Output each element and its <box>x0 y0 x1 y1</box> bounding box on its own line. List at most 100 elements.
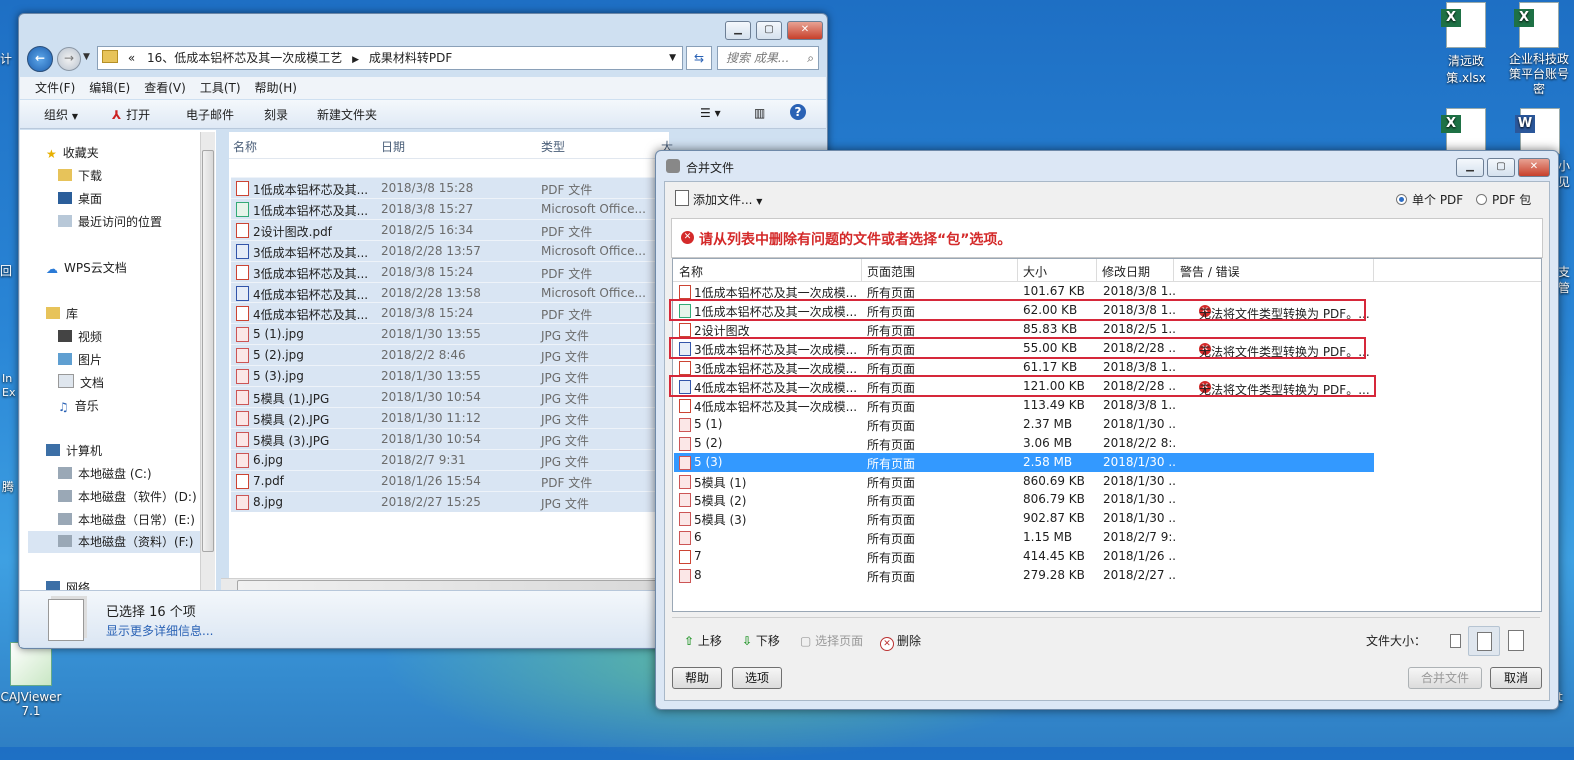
page-range[interactable]: 所有页面 <box>867 417 915 434</box>
forward-button[interactable]: → <box>57 47 81 71</box>
small-size-icon[interactable] <box>1450 634 1461 648</box>
file-row[interactable]: 1低成本铝杯芯及其... 2018/3/8 15:27 Microsoft Offi… <box>231 197 671 219</box>
preview-pane-icon[interactable]: ▥ <box>754 106 765 120</box>
column-date[interactable]: 日期 <box>381 138 405 155</box>
column-warnings[interactable]: 警告 / 错误 <box>1180 263 1240 280</box>
page-range[interactable]: 所有页面 <box>867 530 915 547</box>
file-row[interactable]: 4低成本铝杯芯及其... 2018/2/28 13:58 Microsoft Off… <box>231 281 671 303</box>
breadcrumb-overflow[interactable]: « <box>128 51 135 65</box>
breadcrumb-current[interactable]: 成果材料转PDF <box>369 51 452 65</box>
add-files-button[interactable]: 添加文件... ▼ <box>675 190 762 208</box>
nav-drive-c[interactable]: 本地磁盘 (C:) <box>58 465 152 482</box>
merge-row[interactable]: 5模具 (2) 所有页面 806.79 KB 2018/1/30 ... <box>674 490 1374 509</box>
nav-recent[interactable]: 最近访问的位置 <box>58 213 162 230</box>
chevron-right-icon[interactable]: ▶ <box>352 55 359 65</box>
file-row[interactable]: 4低成本铝杯芯及其... 2018/3/8 15:24 PDF 文件 <box>231 302 671 324</box>
new-folder-button[interactable]: 新建文件夹 <box>317 106 377 123</box>
options-button[interactable]: 选项 <box>732 667 782 689</box>
nav-music[interactable]: ♫ 音乐 <box>58 397 99 414</box>
address-bar[interactable]: « 16、低成本铝杯芯及其一次成模工艺 ▶ 成果材料转PDF ▼ <box>97 46 683 70</box>
merge-row[interactable]: 5模具 (1) 所有页面 860.69 KB 2018/1/30 ... <box>674 472 1374 491</box>
radio-unselected[interactable] <box>1476 194 1487 205</box>
file-row[interactable]: 8.jpg 2018/2/27 15:25 JPG 文件 <box>231 490 671 512</box>
column-name[interactable]: 名称 <box>679 263 703 280</box>
nav-libraries[interactable]: 库 <box>46 305 78 322</box>
maximize-button[interactable]: ▢ <box>1487 158 1515 177</box>
desktop-icon-xlsx[interactable]: X 企业科技政策平台账号密 <box>1504 2 1574 97</box>
option-single-pdf[interactable]: 单个 PDF <box>1396 191 1463 208</box>
file-row[interactable]: 3低成本铝杯芯及其... 2018/3/8 15:24 PDF 文件 <box>231 260 671 282</box>
maximize-button[interactable]: ▢ <box>756 21 782 40</box>
column-name[interactable]: 名称 <box>233 138 257 155</box>
radio-selected[interactable] <box>1396 194 1407 205</box>
merge-row[interactable]: 5 (2) 所有页面 3.06 MB 2018/2/2 8:... <box>674 434 1374 453</box>
column-page-range[interactable]: 页面范围 <box>867 263 915 280</box>
delete-button[interactable]: ✕ 删除 <box>880 632 921 651</box>
merge-row[interactable]: 7 所有页面 414.45 KB 2018/1/26 ... <box>674 547 1374 566</box>
help-icon[interactable]: ? <box>790 104 806 120</box>
view-options-icon[interactable]: ☰ ▾ <box>700 106 721 120</box>
search-input[interactable]: 搜索 成果... ⌕ <box>717 46 819 70</box>
nav-documents[interactable]: 文档 <box>58 374 104 391</box>
file-row[interactable]: 5 (1).jpg 2018/1/30 13:55 JPG 文件 <box>231 323 671 345</box>
file-row[interactable]: 5模具 (2).JPG 2018/1/30 11:12 JPG 文件 <box>231 406 671 428</box>
nav-scrollbar-thumb[interactable] <box>202 150 214 552</box>
column-modified-date[interactable]: 修改日期 <box>1102 263 1150 280</box>
minimize-button[interactable]: ▁ <box>1456 158 1484 177</box>
close-button[interactable]: ✕ <box>787 21 823 40</box>
merge-row[interactable]: 4低成本铝杯芯及其一次成模... 所有页面 113.49 KB 2018/3/8 1.… <box>674 396 1374 415</box>
column-separator[interactable] <box>1017 259 1018 281</box>
file-row[interactable]: 5 (2).jpg 2018/2/2 8:46 JPG 文件 <box>231 344 671 366</box>
merge-files-button[interactable]: 合并文件 <box>1408 667 1482 689</box>
merge-row[interactable]: 5 (3) 所有页面 2.58 MB 2018/1/30 ... <box>674 452 1374 472</box>
nav-pictures[interactable]: 图片 <box>58 351 102 368</box>
organize-button[interactable]: 组织 ▼ <box>44 106 78 123</box>
menu-file[interactable]: 文件(F) <box>28 77 82 99</box>
open-button[interactable]: ⅄ 打开 <box>112 106 150 123</box>
nav-computer[interactable]: 计算机 <box>46 442 102 459</box>
merge-row[interactable]: 8 所有页面 279.28 KB 2018/2/27 ... <box>674 566 1374 585</box>
file-row[interactable]: 6.jpg 2018/2/7 9:31 JPG 文件 <box>231 448 671 470</box>
merge-row[interactable]: 5模具 (3) 所有页面 902.87 KB 2018/1/30 ... <box>674 509 1374 528</box>
menu-edit[interactable]: 编辑(E) <box>82 77 137 99</box>
nav-downloads[interactable]: 下载 <box>58 167 102 184</box>
move-down-button[interactable]: ⇩ 下移 <box>742 632 780 649</box>
page-range[interactable]: 所有页面 <box>867 511 915 528</box>
option-pdf-package[interactable]: PDF 包 <box>1476 191 1531 208</box>
column-separator[interactable] <box>1373 259 1374 281</box>
refresh-button[interactable]: ⇆ <box>686 46 712 70</box>
menu-help[interactable]: 帮助(H) <box>248 77 304 99</box>
page-range[interactable]: 所有页面 <box>867 474 915 491</box>
large-size-icon[interactable] <box>1508 630 1524 651</box>
desktop-icon-xlsx[interactable]: X 清远政策.xlsx <box>1430 2 1502 86</box>
file-row[interactable]: 5 (3).jpg 2018/1/30 13:55 JPG 文件 <box>231 365 671 387</box>
page-range[interactable]: 所有页面 <box>867 568 915 585</box>
minimize-button[interactable]: ▁ <box>725 21 751 40</box>
nav-drive-e[interactable]: 本地磁盘（日常）(E:) <box>58 511 195 528</box>
merge-row[interactable]: 5 (1) 所有页面 2.37 MB 2018/1/30 ... <box>674 415 1374 434</box>
chevron-down-icon[interactable]: ▼ <box>669 47 676 69</box>
page-range[interactable]: 所有页面 <box>867 436 915 453</box>
column-separator[interactable] <box>861 259 862 281</box>
burn-button[interactable]: 刻录 <box>264 106 288 123</box>
help-button[interactable]: 帮助 <box>672 667 722 689</box>
file-row[interactable]: 3低成本铝杯芯及其... 2018/2/28 13:57 Microsoft Off… <box>231 239 671 261</box>
nav-wps-cloud[interactable]: ☁ WPS云文档 <box>46 259 127 276</box>
nav-drive-d[interactable]: 本地磁盘（软件）(D:) <box>58 488 197 505</box>
nav-drive-f[interactable]: 本地磁盘（资料）(F:) <box>28 531 214 553</box>
file-row[interactable]: 5模具 (1).JPG 2018/1/30 10:54 JPG 文件 <box>231 386 671 407</box>
desktop-icon-cajviewer[interactable]: CAJViewer 7.1 <box>0 642 62 718</box>
file-row[interactable]: 5模具 (3).JPG 2018/1/30 10:54 JPG 文件 <box>231 427 671 449</box>
page-range[interactable]: 所有页面 <box>867 492 915 509</box>
nav-favorites[interactable]: ★ 收藏夹 <box>46 144 99 161</box>
column-type[interactable]: 类型 <box>541 138 565 155</box>
history-dropdown-icon[interactable]: ▼ <box>83 52 90 62</box>
back-button[interactable]: ← <box>27 46 53 72</box>
menu-view[interactable]: 查看(V) <box>137 77 193 99</box>
email-button[interactable]: 电子邮件 <box>186 106 234 123</box>
nav-desktop[interactable]: 桌面 <box>58 190 102 207</box>
close-button[interactable]: ✕ <box>1518 158 1550 177</box>
merge-row[interactable]: 3低成本铝杯芯及其一次成模... 所有页面 61.17 KB 2018/3/8 1..… <box>674 358 1374 377</box>
column-separator[interactable] <box>1173 259 1174 281</box>
breadcrumb-item[interactable]: 16、低成本铝杯芯及其一次成模工艺 <box>147 51 342 65</box>
